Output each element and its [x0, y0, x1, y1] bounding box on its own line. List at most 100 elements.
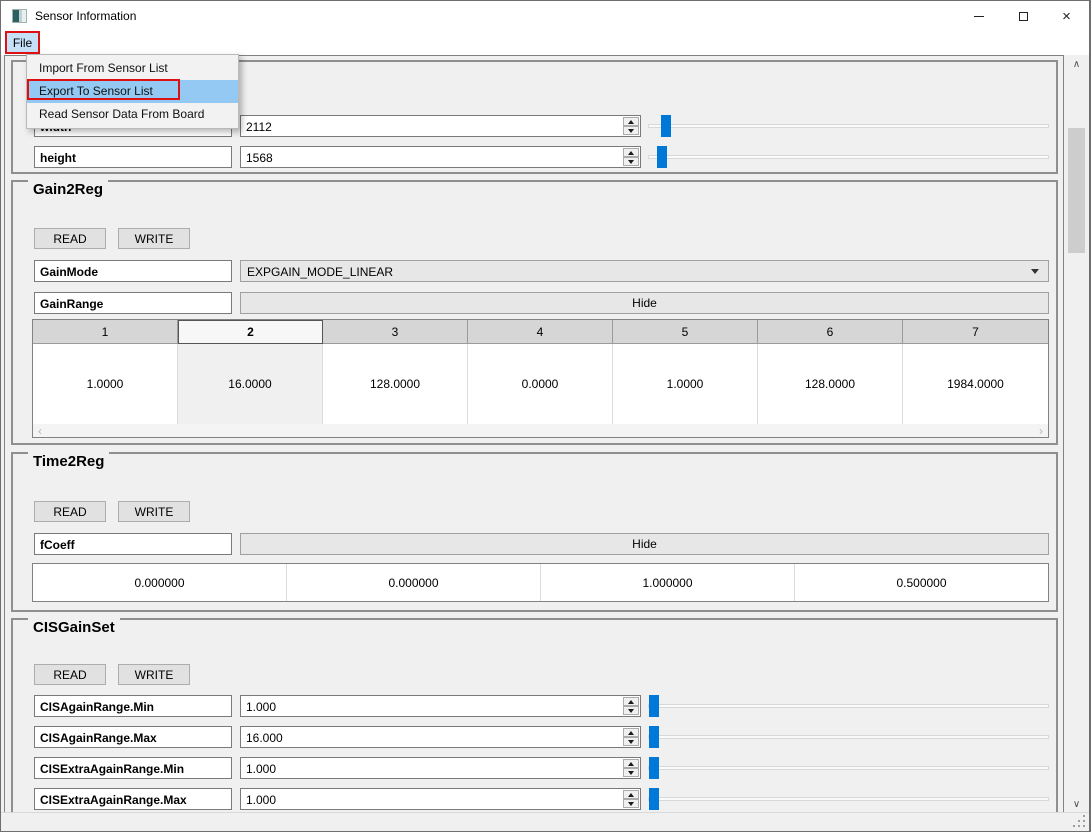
maximize-button[interactable] — [1001, 1, 1046, 31]
spin-up-button[interactable] — [623, 697, 639, 706]
fcoeff-label-field[interactable]: fCoeff — [34, 533, 232, 555]
down-arrow-icon — [628, 801, 634, 806]
slider-track[interactable] — [648, 797, 1049, 801]
cisagainrange-max-slider[interactable] — [648, 726, 1049, 748]
width-slider[interactable] — [648, 115, 1049, 137]
cisagainrange-max-spinbox[interactable]: 16.000 — [240, 726, 641, 748]
spin-down-button[interactable] — [623, 157, 639, 166]
table-cell-selected[interactable]: 16.0000 — [178, 344, 323, 424]
table-cell[interactable]: 128.0000 — [758, 344, 903, 424]
table-cell[interactable]: 0.500000 — [795, 564, 1048, 601]
menu-item-export-to-sensor-list[interactable]: Export To Sensor List — [27, 80, 238, 103]
time2reg-write-button[interactable]: WRITE — [118, 501, 190, 522]
table-cell[interactable]: 0.0000 — [468, 344, 613, 424]
slider-track[interactable] — [648, 735, 1049, 739]
slider-handle[interactable] — [649, 695, 659, 717]
slider-handle[interactable] — [649, 757, 659, 779]
height-slider-handle[interactable] — [657, 146, 667, 168]
minimize-icon — [973, 15, 984, 17]
table-cell[interactable]: 128.0000 — [323, 344, 468, 424]
spin-up-button[interactable] — [623, 790, 639, 799]
minimize-button[interactable] — [956, 1, 1001, 31]
menu-file[interactable]: File — [7, 32, 38, 54]
table-cell[interactable]: 1984.0000 — [903, 344, 1048, 424]
cisextraagainrange-max-label-field[interactable]: CISExtraAgainRange.Max — [34, 788, 232, 810]
time2reg-table: 0.000000 0.000000 1.000000 0.500000 — [32, 563, 1049, 602]
width-slider-handle[interactable] — [661, 115, 671, 137]
slider-handle[interactable] — [649, 788, 659, 810]
column-header[interactable]: 1 — [33, 320, 178, 344]
spin-buttons — [623, 790, 639, 808]
cisextraagainrange-min-slider[interactable] — [648, 757, 1049, 779]
spin-buttons — [623, 728, 639, 746]
cisagainrange-min-slider[interactable] — [648, 695, 1049, 717]
vertical-scrollbar[interactable]: ∧ ∨ — [1066, 56, 1087, 813]
height-label-field[interactable]: height — [34, 146, 232, 168]
spin-down-button[interactable] — [623, 126, 639, 135]
column-header[interactable]: 5 — [613, 320, 758, 344]
column-header[interactable]: 7 — [903, 320, 1048, 344]
up-arrow-icon — [628, 119, 634, 124]
scrollbar-thumb[interactable] — [1068, 128, 1085, 253]
table-cell[interactable]: 1.0000 — [613, 344, 758, 424]
spin-down-button[interactable] — [623, 706, 639, 715]
gain2reg-write-button[interactable]: WRITE — [118, 228, 190, 249]
scroll-left-icon[interactable]: ‹ — [38, 424, 42, 438]
spin-up-button[interactable] — [623, 728, 639, 737]
cisextraagainrange-max-slider[interactable] — [648, 788, 1049, 810]
table-cell[interactable]: 1.0000 — [33, 344, 178, 424]
spin-down-button[interactable] — [623, 737, 639, 746]
table-cell[interactable]: 0.000000 — [33, 564, 287, 601]
scroll-up-button[interactable]: ∧ — [1066, 56, 1087, 73]
cisagainrange-min-spinbox[interactable]: 1.000 — [240, 695, 641, 717]
slider-track[interactable] — [648, 704, 1049, 708]
cisgainset-write-button[interactable]: WRITE — [118, 664, 190, 685]
menu-item-import-from-sensor-list[interactable]: Import From Sensor List — [27, 57, 238, 80]
down-arrow-icon — [628, 770, 634, 775]
gainmode-label-field[interactable]: GainMode — [34, 260, 232, 282]
gainrange-label-field[interactable]: GainRange — [34, 292, 232, 314]
cisagainrange-min-label-field[interactable]: CISAgainRange.Min — [34, 695, 232, 717]
menu-item-read-sensor-data-from-board[interactable]: Read Sensor Data From Board — [27, 103, 238, 126]
spin-up-button[interactable] — [623, 759, 639, 768]
column-header[interactable]: 3 — [323, 320, 468, 344]
cisextraagainrange-min-label-field[interactable]: CISExtraAgainRange.Min — [34, 757, 232, 779]
slider-track[interactable] — [648, 766, 1049, 770]
column-header[interactable]: 6 — [758, 320, 903, 344]
table-cell[interactable]: 1.000000 — [541, 564, 795, 601]
gain2reg-table: 1 2 3 4 5 6 7 1.0000 16.0000 128.0000 0.… — [32, 319, 1049, 438]
scroll-right-icon[interactable]: › — [1039, 424, 1043, 438]
cisagainrange-max-label-field[interactable]: CISAgainRange.Max — [34, 726, 232, 748]
cisextraagainrange-min-value: 1.000 — [246, 762, 277, 776]
sensor-information-window: Sensor Information × File width 2112 — [0, 0, 1091, 832]
gainrange-hide-button[interactable]: Hide — [240, 292, 1049, 314]
spin-up-button[interactable] — [623, 148, 639, 157]
cisgainset-read-button[interactable]: READ — [34, 664, 106, 685]
spin-down-button[interactable] — [623, 799, 639, 808]
height-spinbox[interactable]: 1568 — [240, 146, 641, 168]
height-slider[interactable] — [648, 146, 1049, 168]
slider-track[interactable] — [648, 155, 1049, 159]
group-title: CISGainSet — [28, 618, 120, 638]
fcoeff-hide-button[interactable]: Hide — [240, 533, 1049, 555]
cisextraagainrange-min-spinbox[interactable]: 1.000 — [240, 757, 641, 779]
slider-track[interactable] — [648, 124, 1049, 128]
cisextraagainrange-max-spinbox[interactable]: 1.000 — [240, 788, 641, 810]
gain2reg-read-button[interactable]: READ — [34, 228, 106, 249]
spin-down-button[interactable] — [623, 768, 639, 777]
scroll-down-button[interactable]: ∨ — [1066, 796, 1087, 813]
column-header[interactable]: 4 — [468, 320, 613, 344]
resize-grip[interactable] — [1083, 825, 1085, 827]
time2reg-read-button[interactable]: READ — [34, 501, 106, 522]
gainmode-combobox[interactable]: EXPGAIN_MODE_LINEAR — [240, 260, 1049, 282]
horizontal-scrollbar[interactable]: ‹ › — [33, 424, 1048, 438]
width-spinbox[interactable]: 2112 — [240, 115, 641, 137]
gain2reg-table-value-row: 1.0000 16.0000 128.0000 0.0000 1.0000 12… — [33, 344, 1048, 424]
table-cell[interactable]: 0.000000 — [287, 564, 541, 601]
close-button[interactable]: × — [1044, 1, 1089, 31]
slider-handle[interactable] — [649, 726, 659, 748]
down-arrow-icon — [628, 128, 634, 133]
file-menu-popup: Import From Sensor List Export To Sensor… — [26, 54, 239, 129]
spin-up-button[interactable] — [623, 117, 639, 126]
column-header-selected[interactable]: 2 — [178, 320, 323, 344]
